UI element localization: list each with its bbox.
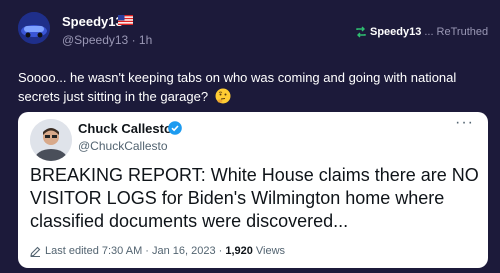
retruth-user[interactable]: Speedy13 <box>370 26 421 38</box>
user-name[interactable]: Speedy13 <box>62 14 123 29</box>
quoted-handle[interactable]: @ChuckCallesto <box>78 139 168 153</box>
retruth-icon <box>356 26 366 38</box>
thinking-face-emoji <box>215 88 231 104</box>
user-avatar[interactable] <box>18 12 50 44</box>
us-flag-icon <box>118 15 133 25</box>
verified-badge-icon <box>168 121 182 135</box>
quoted-name[interactable]: Chuck Callesto <box>78 121 172 136</box>
retruth-label: ReTruthed <box>436 26 489 38</box>
retruth-ellipsis: ... <box>424 26 434 38</box>
retruth-post: Speedy13 @Speedy13 · 1h Speedy13 ... ReT… <box>0 0 500 273</box>
views-count: 1,920 <box>225 245 253 257</box>
quoted-meta: Last edited 7:30 AM · Jan 16, 2023 · 1,9… <box>30 245 285 257</box>
user-handle-timestamp[interactable]: @Speedy13 · 1h <box>62 33 152 47</box>
views-label: Views <box>255 245 286 257</box>
quoted-text: BREAKING REPORT: White House claims ther… <box>30 165 479 231</box>
more-options-icon[interactable]: ··· <box>455 114 474 132</box>
last-edited: Last edited 7:30 AM · Jan 16, 2023 · <box>45 245 223 257</box>
pencil-icon <box>30 246 41 257</box>
quoted-post-card[interactable]: Chuck Callesto @ChuckCallesto ··· BREAKI… <box>18 112 488 268</box>
retruth-indicator[interactable]: Speedy13 ... ReTruthed <box>355 26 488 38</box>
post-text: Soooo... he wasn't keeping tabs on who w… <box>18 68 488 106</box>
quoted-avatar[interactable] <box>30 119 72 161</box>
post-text-content: Soooo... he wasn't keeping tabs on who w… <box>18 70 457 104</box>
